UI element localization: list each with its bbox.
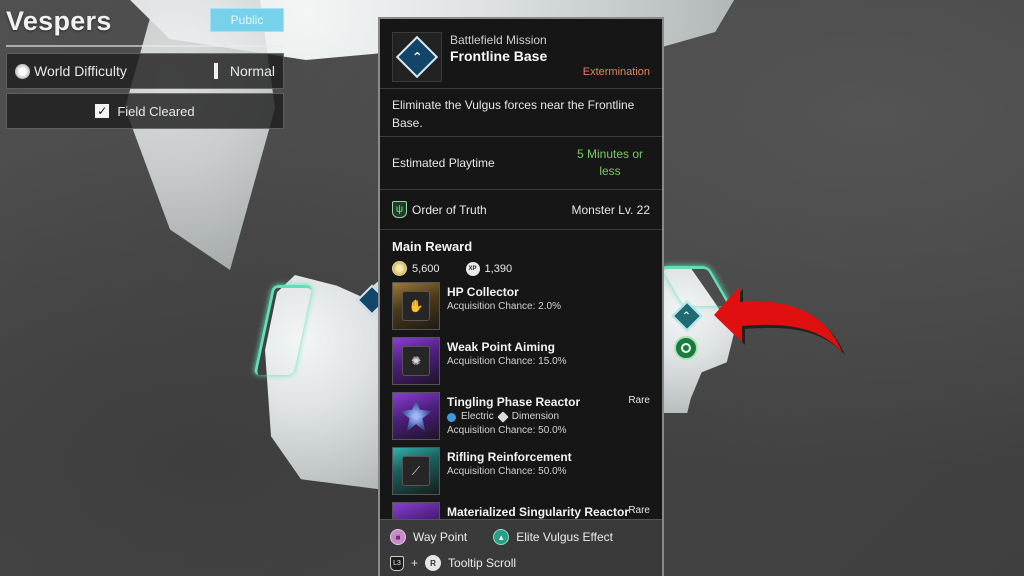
map-marker-objective[interactable] — [674, 336, 698, 360]
attribute-electric: Electric — [461, 411, 494, 422]
visibility-badge[interactable]: Public — [210, 8, 284, 32]
electric-icon — [447, 412, 456, 422]
module-icon: ⟋ — [402, 456, 430, 486]
reward-chance: Acquisition Chance: 50.0% — [447, 466, 567, 477]
reward-item[interactable]: Tingling Phase Reactor Electric Dimensio… — [380, 392, 662, 447]
region-divider — [6, 45, 284, 47]
region-title: Vespers — [6, 6, 112, 36]
triangle-button-icon: ▲ — [493, 529, 510, 545]
reward-chance: Acquisition Chance: 15.0% — [447, 356, 567, 367]
reward-item[interactable]: ⟋ Rifling Reinforcement Acquisition Chan… — [380, 447, 662, 502]
difficulty-level-bar — [213, 63, 218, 79]
reward-rarity: Rare — [628, 395, 650, 406]
world-difficulty-row[interactable]: World Difficulty Normal — [6, 53, 284, 89]
world-difficulty-value: Normal — [229, 63, 275, 79]
mission-category: Extermination — [582, 66, 650, 78]
faction-emblem-icon: ψ — [392, 201, 407, 218]
dimension-icon — [497, 411, 509, 423]
gold-amount: 5,600 — [412, 262, 440, 275]
r-stick-icon: R — [425, 555, 442, 571]
tooltip-footer: ■ Way Point ▲ Elite Vulgus Effect L3 + R… — [380, 519, 662, 576]
attribute-dimension: Dimension — [511, 411, 560, 422]
reward-rarity: Rare — [628, 505, 650, 516]
reward-name: Materialized Singularity Reactor — [447, 505, 630, 519]
reward-name: Tingling Phase Reactor — [447, 395, 581, 409]
reward-name: Weak Point Aiming — [447, 340, 556, 354]
red-arrow-annotation — [714, 286, 845, 355]
field-cleared-label: Field Cleared — [117, 103, 195, 119]
mission-tooltip: ⌃ Battlefield Mission Frontline Base Ext… — [378, 17, 664, 576]
difficulty-icon — [15, 63, 30, 79]
tooltip-scroll-label: Tooltip Scroll — [448, 556, 517, 570]
l3-button-icon: L3 — [390, 555, 404, 571]
xp-reward: XP 1,390 — [465, 261, 513, 276]
tooltip-scroll-hint[interactable]: L3 + R Tooltip Scroll — [390, 555, 516, 571]
currency-rewards: 5,600 XP 1,390 — [380, 254, 662, 282]
reactor-icon — [400, 400, 432, 432]
checkbox-checked-icon: ✓ — [95, 104, 110, 118]
reward-attributes: Electric Dimension — [447, 410, 580, 424]
playtime-value: 5 Minutes or less — [576, 147, 644, 178]
reactor-thumbnail — [392, 392, 440, 440]
elite-effect-label: Elite Vulgus Effect — [516, 530, 613, 544]
square-button-icon: ■ — [390, 529, 406, 545]
reward-list[interactable]: ✋ HP Collector Acquisition Chance: 2.0% … — [380, 282, 662, 522]
map-terrain-northwest — [125, 0, 275, 270]
playtime-row: Estimated Playtime 5 Minutes or less — [380, 137, 662, 190]
plus-sign: + — [411, 556, 419, 570]
elite-effect-hint[interactable]: ▲ Elite Vulgus Effect — [493, 529, 613, 545]
faction-row: ψ Order of Truth Monster Lv. 22 — [380, 190, 662, 230]
waypoint-hint[interactable]: ■ Way Point — [390, 529, 467, 545]
reward-name: Rifling Reinforcement — [447, 450, 572, 464]
mission-description: Eliminate the Vulgus forces near the Fro… — [380, 89, 662, 137]
mission-icon-frame: ⌃ — [392, 32, 442, 82]
reward-item[interactable]: ✋ HP Collector Acquisition Chance: 2.0% — [380, 282, 662, 337]
module-thumbnail: ✋ — [392, 282, 440, 330]
gold-coin-icon — [392, 261, 407, 276]
mission-type: Battlefield Mission — [450, 33, 547, 47]
reward-item[interactable]: ✺ Weak Point Aiming Acquisition Chance: … — [380, 337, 662, 392]
mission-name: Frontline Base — [450, 48, 548, 64]
playtime-label: Estimated Playtime — [392, 156, 495, 170]
battlefield-mission-icon: ⌃ — [395, 35, 439, 79]
reward-chance: Acquisition Chance: 2.0% — [447, 301, 561, 312]
xp-icon: XP — [465, 261, 480, 276]
gold-reward: 5,600 — [392, 261, 440, 276]
module-thumbnail: ✺ — [392, 337, 440, 385]
world-difficulty-label: World Difficulty — [34, 63, 127, 79]
xp-amount: 1,390 — [484, 262, 513, 275]
field-cleared-row: ✓ Field Cleared — [6, 93, 284, 129]
module-icon: ✺ — [402, 346, 430, 376]
reward-chance: Acquisition Chance: 50.0% — [447, 425, 567, 436]
mission-chevron-icon: ⌃ — [682, 310, 692, 323]
target-icon — [681, 343, 691, 353]
tooltip-header: ⌃ Battlefield Mission Frontline Base Ext… — [380, 19, 662, 89]
module-icon: ✋ — [402, 291, 430, 321]
faction-name: Order of Truth — [412, 202, 487, 217]
monster-level: Monster Lv. 22 — [571, 202, 650, 217]
module-thumbnail: ⟋ — [392, 447, 440, 495]
waypoint-label: Way Point — [413, 530, 468, 544]
reward-name: HP Collector — [447, 285, 519, 299]
main-reward-title: Main Reward — [392, 239, 473, 254]
